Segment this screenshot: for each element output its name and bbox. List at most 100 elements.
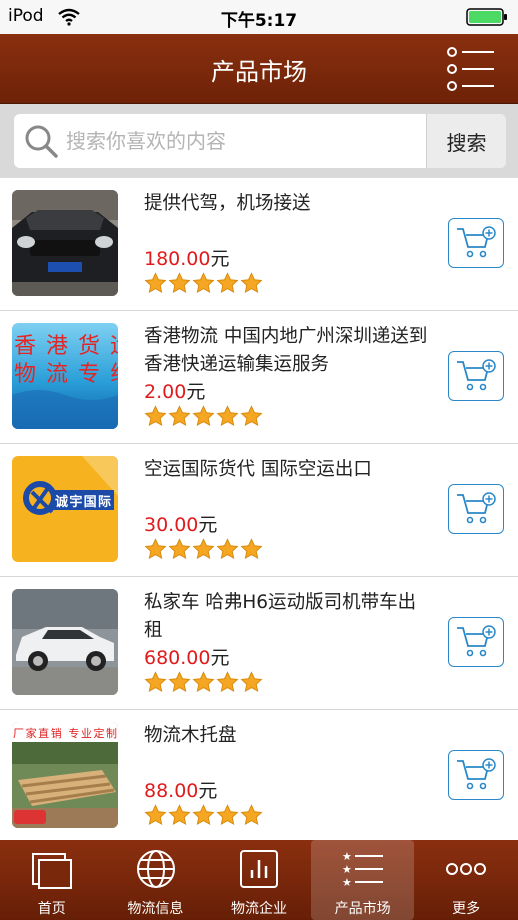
wooden-pallet-photo: 厂家直销 专业定制: [12, 722, 118, 828]
product-title: 空运国际货代 国际空运出口: [144, 459, 372, 480]
hk-logistics-banner: 香港货运 物流专线: [12, 323, 118, 429]
star-icon: [240, 804, 263, 825]
star-rating: [144, 272, 263, 295]
product-list: 提供代驾，机场接送 180.00元 香港货 物流专 香港物流 中国内地广州深圳递…: [0, 178, 518, 840]
price-value: 180.00: [144, 248, 211, 270]
star-rating: [144, 538, 263, 561]
star-icon: [192, 804, 215, 825]
add-to-cart-button[interactable]: [448, 750, 504, 800]
star-icon: [144, 538, 167, 559]
tab-bar: 首页 物流信息 物流企业 ★ ★ ★ 产品市场 更多: [0, 840, 518, 920]
product-price: 2.00元: [144, 377, 205, 404]
product-title: 物流木托盘: [144, 725, 237, 746]
star-rating: [144, 804, 263, 827]
product-thumbnail: 香港货运 物流专线: [12, 323, 118, 429]
star-icon: [192, 538, 215, 559]
search-input[interactable]: [66, 114, 426, 168]
tab-label: 首页: [37, 901, 66, 917]
product-price: 88.00元: [144, 776, 217, 803]
star-icon: [144, 804, 167, 825]
cart-plus-icon: [457, 758, 496, 790]
price-value: 680.00: [144, 647, 211, 669]
star-icon: [216, 405, 239, 426]
list-item[interactable]: 私家车 哈弗H6运动版司机带车出租 680.00元: [0, 577, 518, 710]
list-item[interactable]: 诚宇国际 空运国际货代 国际空运出口 30.00元: [0, 444, 518, 577]
star-rating: [144, 671, 263, 694]
list-item[interactable]: 提供代驾，机场接送 180.00元: [0, 178, 518, 311]
star-icon: [192, 272, 215, 293]
product-thumbnail: 厂家直销 专业定制: [12, 722, 118, 828]
globe-icon: [136, 850, 175, 888]
price-unit: 元: [210, 647, 230, 669]
star-icon: [240, 405, 263, 426]
star-icon: [216, 272, 239, 293]
list-menu-icon: [447, 47, 494, 91]
add-to-cart-button[interactable]: [448, 351, 504, 401]
star-icon: [240, 272, 263, 293]
thumb-text: 诚宇国际: [55, 494, 111, 510]
star-icon: [168, 405, 191, 426]
more-dots-icon: [446, 863, 487, 875]
price-value: 2.00: [144, 381, 187, 403]
price-value: 30.00: [144, 514, 199, 536]
tab-logistics-info[interactable]: 物流信息: [104, 840, 208, 920]
star-icon: [168, 671, 191, 692]
search-button[interactable]: 搜索: [426, 114, 506, 168]
product-price: 680.00元: [144, 643, 230, 670]
product-thumbnail: [12, 190, 118, 296]
search-bar: 搜索: [0, 104, 518, 178]
cart-plus-icon: [457, 492, 496, 524]
clock: 下午5:17: [220, 11, 298, 31]
star-icon: [216, 804, 239, 825]
add-to-cart-button[interactable]: [448, 218, 504, 268]
chengyu-logo: 诚宇国际: [12, 456, 118, 562]
star-icon: [168, 538, 191, 559]
star-icon: [216, 671, 239, 692]
white-suv-photo: [12, 589, 118, 695]
cart-plus-icon: [457, 226, 496, 258]
cart-plus-icon: [457, 625, 496, 657]
svg-text:★: ★: [342, 850, 352, 863]
add-to-cart-button[interactable]: [448, 484, 504, 534]
price-unit: 元: [210, 248, 230, 270]
status-bar: iPod 下午5:17: [0, 0, 518, 34]
svg-text:★: ★: [342, 863, 352, 876]
price-unit: 元: [198, 780, 218, 802]
black-car-photo: [12, 190, 118, 296]
svg-text:★: ★: [342, 876, 352, 889]
nav-bar: 产品市场: [0, 34, 518, 104]
product-price: 30.00元: [144, 510, 217, 537]
tab-label: 更多: [452, 901, 481, 917]
star-icon: [168, 272, 191, 293]
star-icon: [144, 671, 167, 692]
bar-chart-icon: [240, 850, 279, 888]
star-icon: [240, 671, 263, 692]
star-icon: [168, 804, 191, 825]
product-thumbnail: [12, 589, 118, 695]
product-title: 香港物流 中国内地广州深圳递送到香港快递运输集运服务: [144, 326, 428, 375]
tab-label: 产品市场: [334, 901, 391, 917]
page-title: 产品市场: [211, 58, 307, 86]
star-icon: [240, 538, 263, 559]
price-unit: 元: [186, 381, 206, 403]
list-item[interactable]: 厂家直销 专业定制 物流木托盘 88.00元: [0, 710, 518, 840]
star-icon: [144, 272, 167, 293]
add-to-cart-button[interactable]: [448, 617, 504, 667]
menu-button[interactable]: [446, 46, 496, 92]
star-icon: [216, 538, 239, 559]
tab-more[interactable]: 更多: [414, 840, 518, 920]
product-title: 私家车 哈弗H6运动版司机带车出租: [144, 592, 417, 641]
star-rating: [144, 405, 263, 428]
product-thumbnail: 诚宇国际: [12, 456, 118, 562]
star-icon: [144, 405, 167, 426]
cart-plus-icon: [457, 359, 496, 391]
star-icon: [192, 405, 215, 426]
star-icon: [192, 671, 215, 692]
tab-label: 物流信息: [127, 901, 184, 917]
tab-logistics-companies[interactable]: 物流企业: [207, 840, 311, 920]
battery-icon: [466, 8, 507, 26]
tab-home[interactable]: 首页: [0, 840, 104, 920]
tab-product-market[interactable]: ★ ★ ★ 产品市场: [310, 840, 415, 920]
search-icon: [25, 125, 58, 158]
list-item[interactable]: 香港货运 物流专线 香港物流 中国内地广州深圳递送到香港快递运输集运服务 2.0…: [0, 311, 518, 444]
